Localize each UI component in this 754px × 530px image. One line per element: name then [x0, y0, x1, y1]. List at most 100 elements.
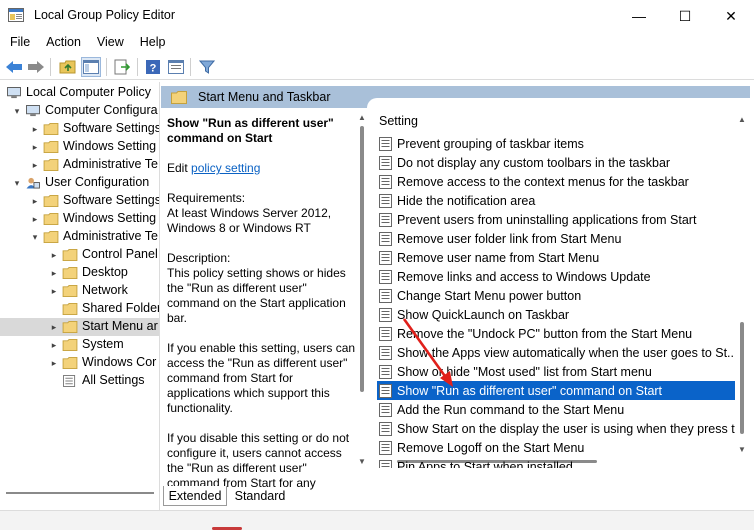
tree-item[interactable]: ▾ Administrative Te — [0, 228, 159, 246]
setting-row[interactable]: Hide the notification area — [377, 191, 735, 210]
setting-row[interactable]: Prevent grouping of taskbar items — [377, 134, 735, 153]
scroll-up-icon[interactable]: ▲ — [737, 114, 747, 124]
chevron-right-icon[interactable]: ▸ — [30, 124, 40, 134]
tab-standard[interactable]: Standard — [229, 486, 291, 506]
setting-row-label: Show the Apps view automatically when th… — [397, 345, 735, 360]
setting-row[interactable]: Remove Logoff on the Start Menu — [377, 438, 735, 457]
setting-row[interactable]: Show "Run as different user" command on … — [377, 381, 735, 400]
policy-setting-icon — [379, 459, 392, 468]
tree-item[interactable]: ▸ System — [0, 336, 159, 354]
chevron-down-icon[interactable]: ▾ — [12, 178, 22, 188]
chevron-right-icon[interactable]: ▸ — [49, 286, 59, 296]
tree-item-label: Control Panel — [82, 247, 158, 261]
show-hide-tree-button[interactable] — [81, 57, 101, 77]
setting-row[interactable]: Change Start Menu power button — [377, 286, 735, 305]
filter-button[interactable] — [197, 57, 217, 77]
extended-description: Show "Run as different user" command on … — [167, 116, 357, 506]
folder-icon — [43, 141, 59, 153]
tree-item[interactable]: ▸ Control Panel — [0, 246, 159, 264]
policy-setting-icon — [379, 193, 392, 208]
tree-item[interactable]: Local Computer Policy — [0, 84, 159, 102]
chevron-right-icon[interactable]: ▸ — [49, 322, 59, 332]
tree-item[interactable]: ▸ Windows Setting — [0, 210, 159, 228]
setting-row[interactable]: Add the Run command to the Start Menu — [377, 400, 735, 419]
setting-row[interactable]: Show Start on the display the user is us… — [377, 419, 735, 438]
console-tree[interactable]: Local Computer Policy ▾ Computer Configura… — [0, 82, 160, 510]
help-icon: ? — [146, 60, 160, 75]
scroll-thumb[interactable] — [740, 322, 744, 434]
setting-row[interactable]: Do not display any custom toolbars in th… — [377, 153, 735, 172]
setting-row[interactable]: Remove access to the context menus for t… — [377, 172, 735, 191]
setting-row-label: Show QuickLaunch on Taskbar — [397, 307, 570, 322]
edit-prefix: Edit — [167, 161, 192, 175]
minimize-button[interactable]: — — [616, 0, 662, 32]
setting-row[interactable]: Remove user name from Start Menu — [377, 248, 735, 267]
scroll-down-icon[interactable]: ▼ — [357, 456, 367, 466]
properties-button[interactable] — [166, 57, 186, 77]
chevron-right-icon[interactable]: ▸ — [49, 358, 59, 368]
tree-item[interactable]: ▸ Start Menu ar — [0, 318, 159, 336]
menu-help[interactable]: Help — [134, 35, 172, 49]
setting-row-label: Remove the "Undock PC" button from the S… — [397, 326, 693, 341]
window-title: Local Group Policy Editor — [34, 8, 176, 22]
chevron-right-icon[interactable]: ▸ — [49, 250, 59, 260]
setting-row[interactable]: Pin Apps to Start when installed — [377, 457, 735, 468]
up-folder-icon — [59, 60, 76, 74]
folder-icon — [62, 267, 78, 279]
chevron-right-icon[interactable]: ▸ — [30, 142, 40, 152]
scroll-down-icon[interactable]: ▼ — [737, 444, 747, 454]
menu-file[interactable]: File — [4, 35, 36, 49]
back-button[interactable] — [4, 57, 24, 77]
setting-row[interactable]: Show the Apps view automatically when th… — [377, 343, 735, 362]
help-button[interactable]: ? — [143, 57, 163, 77]
description-scrollbar[interactable]: ▲ ▼ — [357, 112, 367, 467]
tree-item[interactable]: All Settings — [0, 372, 159, 390]
tree-item[interactable]: ▸ Windows Setting — [0, 138, 159, 156]
chevron-right-icon[interactable]: ▸ — [30, 196, 40, 206]
scroll-thumb[interactable] — [360, 126, 364, 392]
chevron-right-icon[interactable]: ▸ — [49, 268, 59, 278]
chevron-right-icon[interactable]: ▸ — [49, 340, 59, 350]
chevron-right-icon[interactable]: ▸ — [30, 214, 40, 224]
menu-action[interactable]: Action — [40, 35, 87, 49]
tree-horizontal-scrollbar[interactable] — [6, 492, 154, 494]
tree-item[interactable]: ▸ Software Settings — [0, 120, 159, 138]
close-button[interactable]: ✕ — [708, 0, 754, 32]
setting-row[interactable]: Show or hide "Most used" list from Start… — [377, 362, 735, 381]
chevron-down-icon[interactable]: ▾ — [30, 232, 40, 242]
folder-icon — [43, 195, 59, 207]
show-hide-tree-icon — [83, 60, 99, 74]
chevron-right-icon[interactable]: ▸ — [30, 160, 40, 170]
menu-view[interactable]: View — [91, 35, 130, 49]
tree-item[interactable]: ▸ Administrative Te — [0, 156, 159, 174]
setting-row-label: Prevent users from uninstalling applicat… — [397, 212, 697, 227]
enable-text: If you enable this setting, users can ac… — [167, 341, 356, 415]
scroll-up-icon[interactable]: ▲ — [357, 112, 367, 122]
export-list-button[interactable] — [112, 57, 132, 77]
setting-column-header[interactable]: Setting — [379, 114, 418, 128]
list-scrollbar[interactable]: ▲ ▼ — [737, 114, 747, 454]
setting-row[interactable]: Show QuickLaunch on Taskbar — [377, 305, 735, 324]
tree-item[interactable]: ▾ User Configuration — [0, 174, 159, 192]
setting-row[interactable]: Prevent users from uninstalling applicat… — [377, 210, 735, 229]
maximize-button[interactable]: ☐ — [662, 0, 708, 32]
policy-setting-link[interactable]: policy setting — [191, 161, 260, 175]
setting-row[interactable]: Remove the "Undock PC" button from the S… — [377, 324, 735, 343]
chevron-down-icon[interactable]: ▾ — [12, 106, 22, 116]
tree-item-label: Administrative Te — [63, 229, 158, 243]
setting-row[interactable]: Remove user folder link from Start Menu — [377, 229, 735, 248]
up-one-level-button[interactable] — [58, 57, 78, 77]
setting-row[interactable]: Remove links and access to Windows Updat… — [377, 267, 735, 286]
setting-row-label: Remove links and access to Windows Updat… — [397, 269, 651, 284]
tab-extended[interactable]: Extended — [163, 486, 227, 506]
policy-setting-icon — [379, 402, 392, 417]
setting-row-label: Remove user name from Start Menu — [397, 250, 600, 265]
tree-item[interactable]: ▾ Computer Configura — [0, 102, 159, 120]
tree-item[interactable]: ▸ Desktop — [0, 264, 159, 282]
tree-item[interactable]: ▸ Network — [0, 282, 159, 300]
tree-item[interactable]: Shared Folder — [0, 300, 159, 318]
tree-item-label: Windows Cor — [82, 355, 157, 369]
tree-item[interactable]: ▸ Windows Cor — [0, 354, 159, 372]
forward-button[interactable] — [26, 57, 46, 77]
tree-item[interactable]: ▸ Software Settings — [0, 192, 159, 210]
